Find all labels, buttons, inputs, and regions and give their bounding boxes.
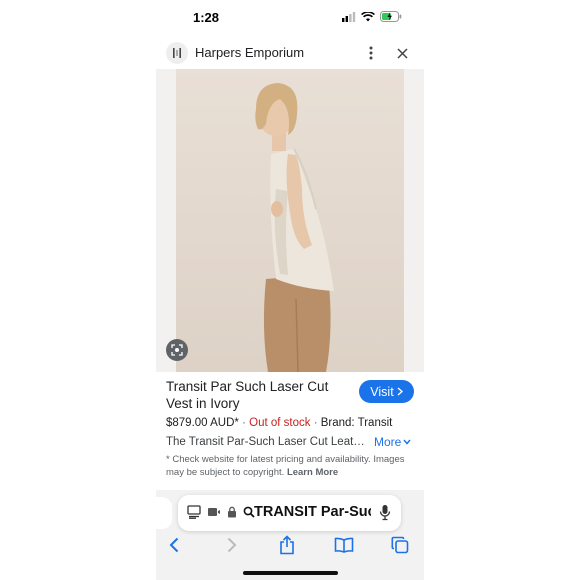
product-image-area[interactable] [156, 69, 424, 372]
chevron-down-icon [403, 439, 411, 445]
learn-more-link[interactable]: Learn More [287, 467, 338, 478]
tab-icon[interactable] [207, 506, 221, 518]
phone-screen: 1:28 Harpers Emporium Transit Par Such L… [156, 0, 424, 580]
back-icon[interactable] [162, 533, 186, 557]
status-icons [342, 11, 402, 22]
lock-icon [228, 506, 236, 518]
site-name[interactable]: Harpers Emporium [195, 45, 304, 60]
home-indicator[interactable] [243, 571, 338, 575]
separator: · [242, 417, 246, 429]
result-sheet-header: Harpers Emporium [156, 38, 424, 68]
share-icon[interactable] [275, 533, 299, 557]
separator: · [313, 417, 318, 429]
product-photo[interactable] [176, 69, 404, 372]
battery-icon [380, 11, 402, 22]
mic-icon[interactable] [379, 504, 391, 521]
site-logo-icon [166, 42, 188, 64]
close-icon[interactable] [392, 43, 412, 63]
brand: Brand: Transit [320, 417, 393, 429]
signal-icon [342, 11, 356, 22]
chevron-right-icon [397, 387, 403, 396]
bookmarks-icon[interactable] [332, 533, 356, 557]
product-title[interactable]: Transit Par Such Laser Cut Vest in Ivory [166, 378, 351, 412]
reader-icon[interactable] [187, 505, 201, 519]
address-bar-icons [187, 505, 255, 519]
search-query[interactable]: TRANSIT Par-Such [254, 504, 371, 520]
tabs-icon[interactable] [388, 533, 412, 557]
price-line: $879.00 AUD* · Out of stock · Brand: Tra… [166, 417, 418, 429]
status-bar: 1:28 [156, 0, 424, 36]
status-time: 1:28 [193, 10, 220, 25]
previous-tab-peek[interactable] [156, 497, 172, 529]
more-button[interactable]: More [374, 435, 411, 449]
visit-button[interactable]: Visit [359, 380, 414, 403]
disclaimer-text: * Check website for latest pricing and a… [166, 454, 405, 478]
wifi-icon [361, 11, 375, 21]
forward-icon[interactable] [220, 533, 244, 557]
lens-search-icon[interactable] [166, 339, 188, 361]
model-illustration [255, 83, 334, 372]
address-bar[interactable]: TRANSIT Par-Such [178, 495, 401, 531]
more-label: More [374, 435, 402, 449]
visit-label: Visit [370, 384, 394, 399]
product-description: The Transit Par-Such Laser Cut Leath… [166, 436, 371, 448]
stock-status: Out of stock [249, 417, 311, 429]
more-vert-icon[interactable] [361, 43, 381, 63]
price: $879.00 AUD* [166, 417, 239, 429]
disclaimer: * Check website for latest pricing and a… [166, 453, 416, 479]
